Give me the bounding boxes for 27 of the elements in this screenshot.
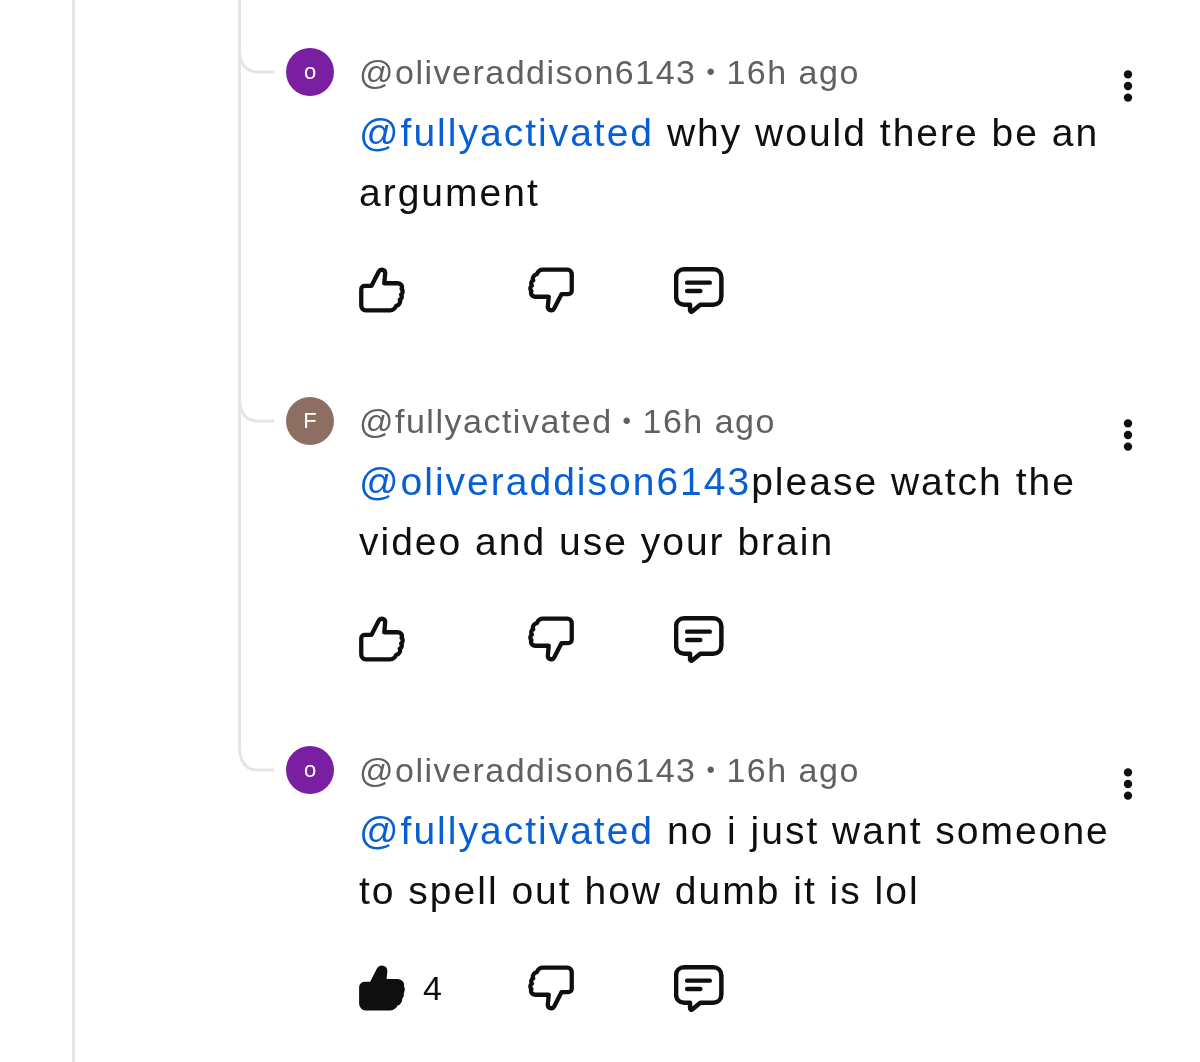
avatar[interactable]: F xyxy=(286,397,334,445)
comment-author[interactable]: @oliveraddison6143 xyxy=(359,744,697,796)
separator-dot: • xyxy=(622,406,633,436)
comment-text: @fullyactivated why would there be an argument xyxy=(359,110,1101,216)
comment-icon xyxy=(674,615,724,663)
separator-dot: • xyxy=(706,57,717,87)
separator-dot: • xyxy=(706,755,717,785)
thumbs-down-icon xyxy=(528,965,574,1011)
reply-connector xyxy=(238,746,274,772)
thumbs-down-icon xyxy=(528,267,574,313)
comment-icon xyxy=(674,266,724,314)
comment-author[interactable]: @fullyactivated xyxy=(359,395,613,447)
thumbs-down-icon xyxy=(528,616,574,662)
comment-time: 16h ago xyxy=(726,51,860,93)
comment-time: 16h ago xyxy=(726,749,860,791)
comment-icon xyxy=(674,964,724,1012)
mention-link[interactable]: @fullyactivated xyxy=(359,809,655,852)
avatar[interactable]: o xyxy=(286,746,334,794)
comment-text: @fullyactivated no i just want someone to spell out how dumb it is lol xyxy=(359,808,1111,914)
like-button[interactable]: 4 xyxy=(353,959,448,1017)
mention-link[interactable]: @fullyactivated xyxy=(359,111,655,154)
mention-link[interactable]: @oliveraddison6143 xyxy=(359,460,752,503)
comment-time: 16h ago xyxy=(642,400,776,442)
comment-text: @oliveraddison6143please watch the video and use your brain xyxy=(359,459,1077,565)
comment-author[interactable]: @oliveraddison6143 xyxy=(359,46,697,98)
like-count: 4 xyxy=(423,971,442,1005)
avatar[interactable]: o xyxy=(286,48,334,96)
